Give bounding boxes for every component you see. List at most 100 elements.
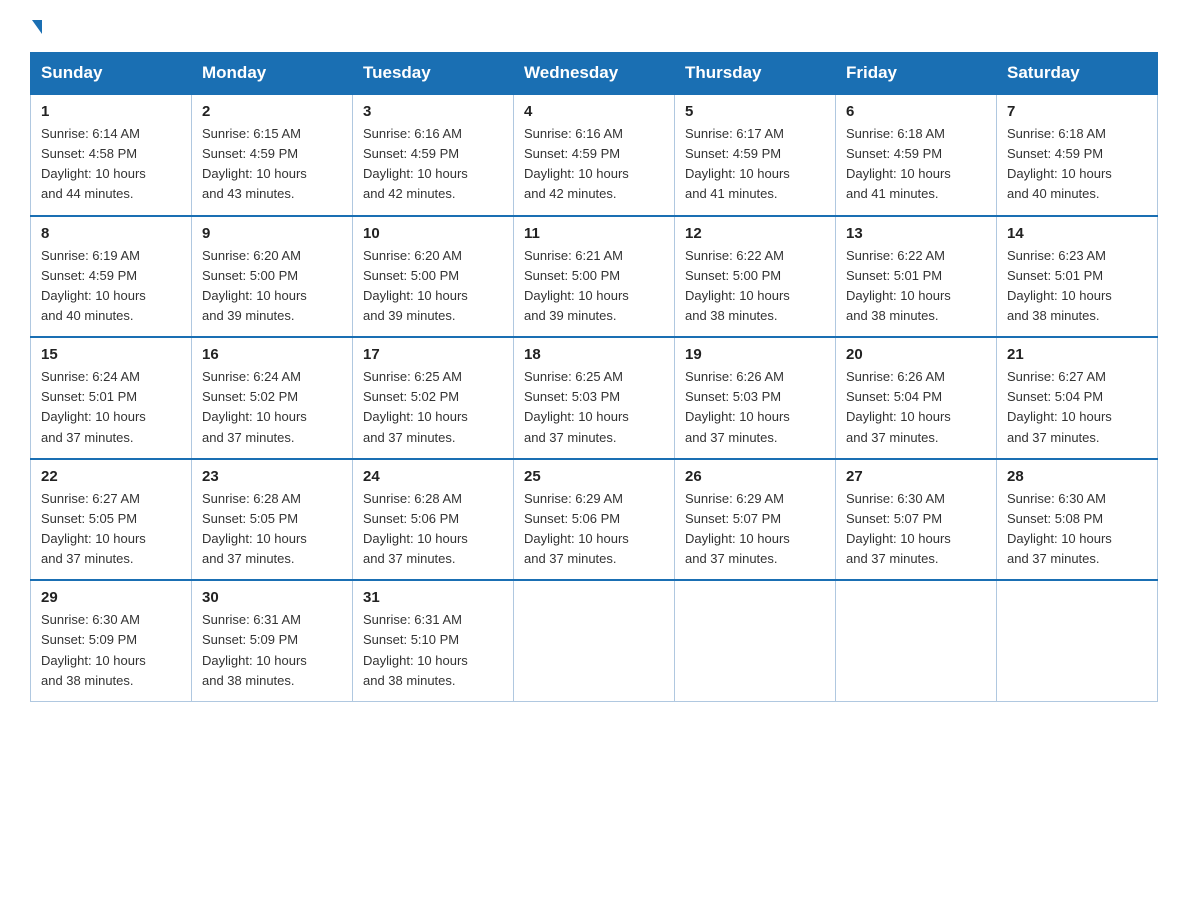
day-info: Sunrise: 6:22 AMSunset: 5:00 PMDaylight:… [685, 248, 790, 323]
calendar-cell: 16 Sunrise: 6:24 AMSunset: 5:02 PMDaylig… [192, 337, 353, 459]
day-number: 12 [685, 225, 825, 242]
week-row-2: 8 Sunrise: 6:19 AMSunset: 4:59 PMDayligh… [31, 216, 1158, 338]
calendar-cell: 31 Sunrise: 6:31 AMSunset: 5:10 PMDaylig… [353, 580, 514, 701]
day-number: 29 [41, 589, 181, 606]
day-info: Sunrise: 6:30 AMSunset: 5:08 PMDaylight:… [1007, 491, 1112, 566]
calendar-cell: 8 Sunrise: 6:19 AMSunset: 4:59 PMDayligh… [31, 216, 192, 338]
day-info: Sunrise: 6:31 AMSunset: 5:10 PMDaylight:… [363, 612, 468, 687]
day-info: Sunrise: 6:20 AMSunset: 5:00 PMDaylight:… [202, 248, 307, 323]
day-number: 1 [41, 103, 181, 120]
day-info: Sunrise: 6:17 AMSunset: 4:59 PMDaylight:… [685, 126, 790, 201]
calendar-cell [997, 580, 1158, 701]
day-info: Sunrise: 6:26 AMSunset: 5:04 PMDaylight:… [846, 369, 951, 444]
day-number: 11 [524, 225, 664, 242]
day-number: 15 [41, 346, 181, 363]
calendar-cell: 20 Sunrise: 6:26 AMSunset: 5:04 PMDaylig… [836, 337, 997, 459]
calendar-cell: 19 Sunrise: 6:26 AMSunset: 5:03 PMDaylig… [675, 337, 836, 459]
calendar-cell: 26 Sunrise: 6:29 AMSunset: 5:07 PMDaylig… [675, 459, 836, 581]
day-info: Sunrise: 6:28 AMSunset: 5:05 PMDaylight:… [202, 491, 307, 566]
day-info: Sunrise: 6:30 AMSunset: 5:09 PMDaylight:… [41, 612, 146, 687]
calendar-cell: 22 Sunrise: 6:27 AMSunset: 5:05 PMDaylig… [31, 459, 192, 581]
day-number: 4 [524, 103, 664, 120]
calendar-cell: 21 Sunrise: 6:27 AMSunset: 5:04 PMDaylig… [997, 337, 1158, 459]
calendar-cell [675, 580, 836, 701]
calendar-cell [514, 580, 675, 701]
day-number: 22 [41, 468, 181, 485]
calendar-cell: 12 Sunrise: 6:22 AMSunset: 5:00 PMDaylig… [675, 216, 836, 338]
column-header-wednesday: Wednesday [514, 53, 675, 95]
day-number: 9 [202, 225, 342, 242]
day-info: Sunrise: 6:29 AMSunset: 5:07 PMDaylight:… [685, 491, 790, 566]
calendar-header-row: SundayMondayTuesdayWednesdayThursdayFrid… [31, 53, 1158, 95]
calendar-cell: 1 Sunrise: 6:14 AMSunset: 4:58 PMDayligh… [31, 94, 192, 216]
calendar-cell: 10 Sunrise: 6:20 AMSunset: 5:00 PMDaylig… [353, 216, 514, 338]
day-info: Sunrise: 6:22 AMSunset: 5:01 PMDaylight:… [846, 248, 951, 323]
day-info: Sunrise: 6:27 AMSunset: 5:04 PMDaylight:… [1007, 369, 1112, 444]
page-header [30, 20, 1158, 34]
day-info: Sunrise: 6:23 AMSunset: 5:01 PMDaylight:… [1007, 248, 1112, 323]
calendar-cell: 28 Sunrise: 6:30 AMSunset: 5:08 PMDaylig… [997, 459, 1158, 581]
day-number: 18 [524, 346, 664, 363]
column-header-tuesday: Tuesday [353, 53, 514, 95]
day-number: 6 [846, 103, 986, 120]
day-number: 5 [685, 103, 825, 120]
day-info: Sunrise: 6:24 AMSunset: 5:02 PMDaylight:… [202, 369, 307, 444]
column-header-sunday: Sunday [31, 53, 192, 95]
calendar-cell: 23 Sunrise: 6:28 AMSunset: 5:05 PMDaylig… [192, 459, 353, 581]
logo [30, 20, 42, 34]
day-number: 17 [363, 346, 503, 363]
week-row-4: 22 Sunrise: 6:27 AMSunset: 5:05 PMDaylig… [31, 459, 1158, 581]
calendar-cell: 5 Sunrise: 6:17 AMSunset: 4:59 PMDayligh… [675, 94, 836, 216]
day-number: 21 [1007, 346, 1147, 363]
day-info: Sunrise: 6:26 AMSunset: 5:03 PMDaylight:… [685, 369, 790, 444]
day-info: Sunrise: 6:30 AMSunset: 5:07 PMDaylight:… [846, 491, 951, 566]
column-header-monday: Monday [192, 53, 353, 95]
day-info: Sunrise: 6:20 AMSunset: 5:00 PMDaylight:… [363, 248, 468, 323]
day-info: Sunrise: 6:29 AMSunset: 5:06 PMDaylight:… [524, 491, 629, 566]
week-row-5: 29 Sunrise: 6:30 AMSunset: 5:09 PMDaylig… [31, 580, 1158, 701]
day-info: Sunrise: 6:31 AMSunset: 5:09 PMDaylight:… [202, 612, 307, 687]
calendar-cell [836, 580, 997, 701]
day-number: 27 [846, 468, 986, 485]
week-row-1: 1 Sunrise: 6:14 AMSunset: 4:58 PMDayligh… [31, 94, 1158, 216]
calendar-cell: 11 Sunrise: 6:21 AMSunset: 5:00 PMDaylig… [514, 216, 675, 338]
day-info: Sunrise: 6:14 AMSunset: 4:58 PMDaylight:… [41, 126, 146, 201]
day-info: Sunrise: 6:27 AMSunset: 5:05 PMDaylight:… [41, 491, 146, 566]
day-number: 20 [846, 346, 986, 363]
week-row-3: 15 Sunrise: 6:24 AMSunset: 5:01 PMDaylig… [31, 337, 1158, 459]
calendar-cell: 18 Sunrise: 6:25 AMSunset: 5:03 PMDaylig… [514, 337, 675, 459]
day-number: 13 [846, 225, 986, 242]
calendar-cell: 25 Sunrise: 6:29 AMSunset: 5:06 PMDaylig… [514, 459, 675, 581]
day-info: Sunrise: 6:25 AMSunset: 5:03 PMDaylight:… [524, 369, 629, 444]
calendar-cell: 24 Sunrise: 6:28 AMSunset: 5:06 PMDaylig… [353, 459, 514, 581]
day-number: 19 [685, 346, 825, 363]
calendar-cell: 2 Sunrise: 6:15 AMSunset: 4:59 PMDayligh… [192, 94, 353, 216]
day-info: Sunrise: 6:24 AMSunset: 5:01 PMDaylight:… [41, 369, 146, 444]
day-number: 26 [685, 468, 825, 485]
day-info: Sunrise: 6:18 AMSunset: 4:59 PMDaylight:… [1007, 126, 1112, 201]
day-number: 16 [202, 346, 342, 363]
day-info: Sunrise: 6:16 AMSunset: 4:59 PMDaylight:… [524, 126, 629, 201]
day-number: 14 [1007, 225, 1147, 242]
calendar-cell: 9 Sunrise: 6:20 AMSunset: 5:00 PMDayligh… [192, 216, 353, 338]
day-info: Sunrise: 6:19 AMSunset: 4:59 PMDaylight:… [41, 248, 146, 323]
calendar-cell: 13 Sunrise: 6:22 AMSunset: 5:01 PMDaylig… [836, 216, 997, 338]
day-info: Sunrise: 6:21 AMSunset: 5:00 PMDaylight:… [524, 248, 629, 323]
column-header-friday: Friday [836, 53, 997, 95]
calendar-cell: 3 Sunrise: 6:16 AMSunset: 4:59 PMDayligh… [353, 94, 514, 216]
day-number: 31 [363, 589, 503, 606]
column-header-saturday: Saturday [997, 53, 1158, 95]
calendar-cell: 27 Sunrise: 6:30 AMSunset: 5:07 PMDaylig… [836, 459, 997, 581]
calendar-cell: 7 Sunrise: 6:18 AMSunset: 4:59 PMDayligh… [997, 94, 1158, 216]
day-number: 7 [1007, 103, 1147, 120]
day-number: 23 [202, 468, 342, 485]
column-header-thursday: Thursday [675, 53, 836, 95]
calendar-cell: 4 Sunrise: 6:16 AMSunset: 4:59 PMDayligh… [514, 94, 675, 216]
logo-arrow-icon [32, 20, 42, 34]
day-info: Sunrise: 6:16 AMSunset: 4:59 PMDaylight:… [363, 126, 468, 201]
day-number: 3 [363, 103, 503, 120]
day-number: 24 [363, 468, 503, 485]
calendar-cell: 6 Sunrise: 6:18 AMSunset: 4:59 PMDayligh… [836, 94, 997, 216]
day-info: Sunrise: 6:18 AMSunset: 4:59 PMDaylight:… [846, 126, 951, 201]
day-info: Sunrise: 6:25 AMSunset: 5:02 PMDaylight:… [363, 369, 468, 444]
